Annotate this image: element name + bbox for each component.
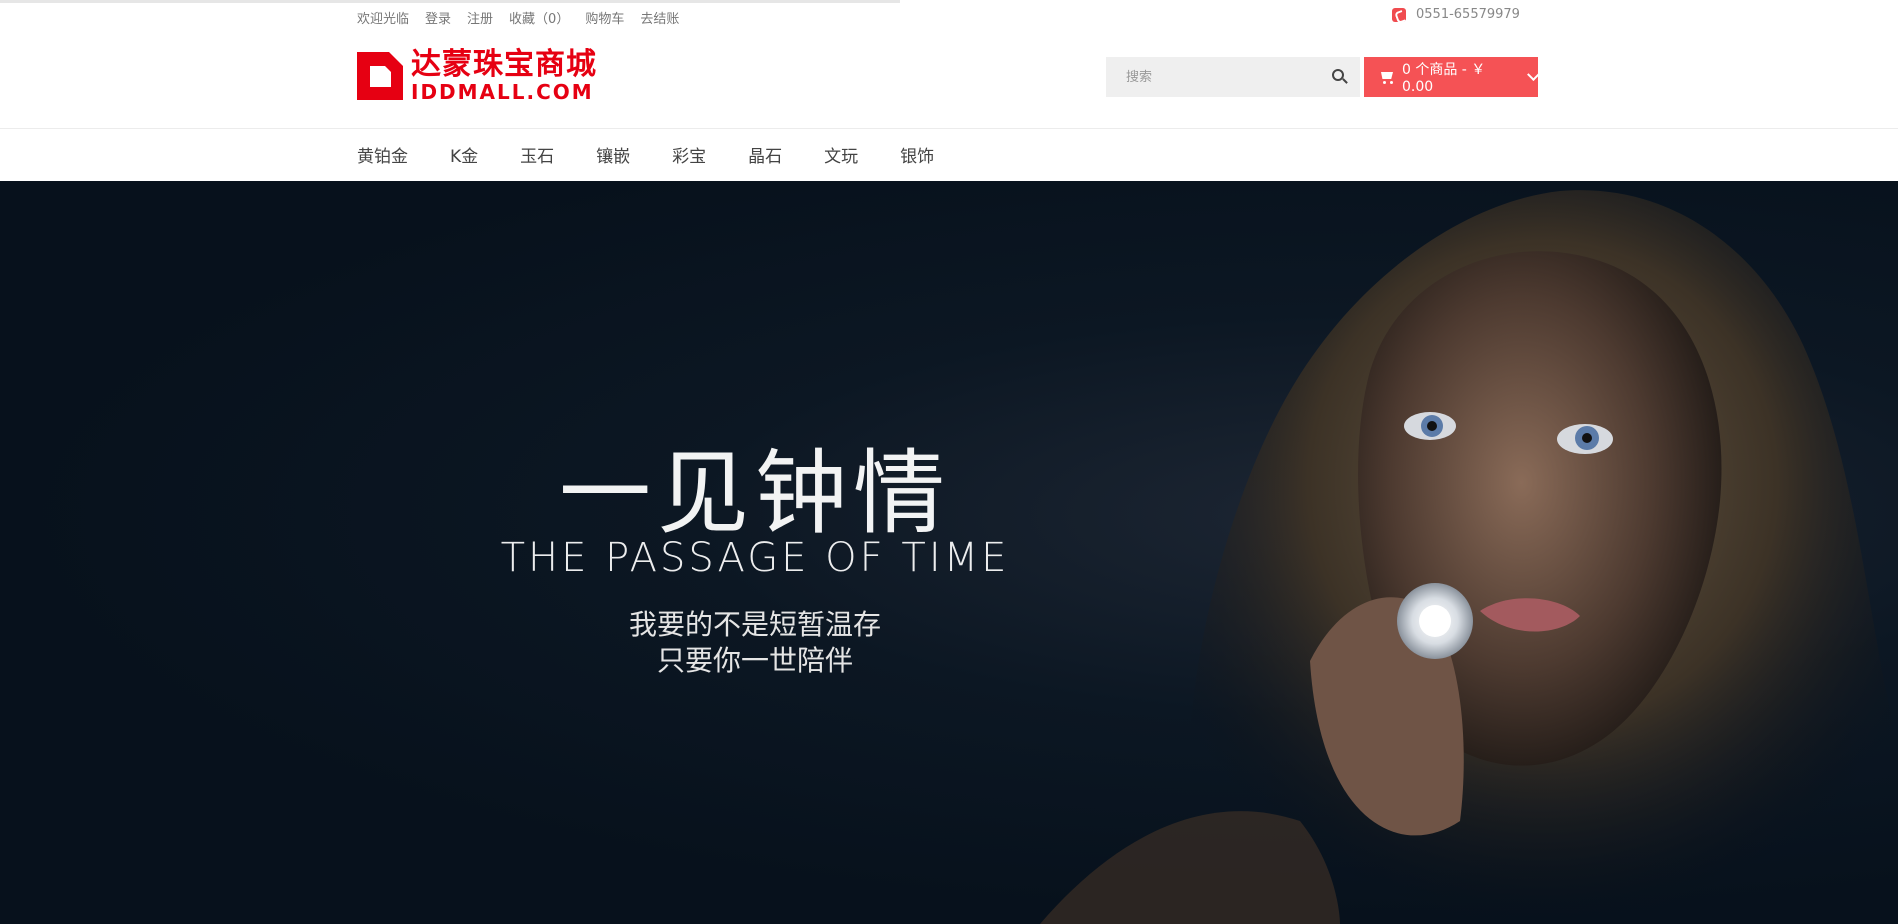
cart-summary: 0 个商品 - ￥ 0.00 [1402,62,1486,95]
nav-item-crystal[interactable]: 晶石 [748,142,782,167]
register-link[interactable]: 注册 [467,8,493,27]
phone-icon [1392,7,1406,22]
top-bar: 欢迎光临 登录 注册 收藏（0） 购物车 去结账 0551-65579979 [0,0,1898,36]
phone-contact: 0551-65579979 [1392,7,1520,22]
search-box [1106,57,1360,97]
logo-text-cn: 达蒙珠宝商城 [411,47,597,82]
cart-icon [1379,71,1394,84]
hero-subtitle-line-1: 我要的不是短暂温存 [628,608,881,641]
hero-subtitle: 我要的不是短暂温存 只要你一世陪伴 [0,607,1510,679]
login-link[interactable]: 登录 [425,8,451,27]
nav-item-platinum-gold[interactable]: 黄铂金 [357,142,408,167]
logo-text-en: IDDMALL.COM [411,80,594,104]
search-icon[interactable] [1332,69,1344,81]
site-header: 达蒙珠宝商城 IDDMALL.COM 0 个商品 - ￥ 0.00 [0,36,1898,129]
nav-item-gemstone[interactable]: 彩宝 [672,142,706,167]
main-nav: 黄铂金 K金 玉石 镶嵌 彩宝 晶石 文玩 银饰 [0,129,1898,181]
favorites-link[interactable]: 收藏（0） [509,8,569,27]
hero-banner[interactable]: 一见钟情 THE PASSAGE OF TIME 我要的不是短暂温存 只要你一世… [0,181,1898,924]
phone-number: 0551-65579979 [1416,7,1520,22]
nav-item-silver[interactable]: 银饰 [900,142,934,167]
logo-mark-icon [357,52,403,100]
hero-title-cn: 一见钟情 [558,440,951,547]
nav-item-k-gold[interactable]: K金 [450,142,478,167]
hero-subtitle-line-2: 只要你一世陪伴 [656,644,853,677]
cart-button[interactable]: 0 个商品 - ￥ 0.00 [1364,57,1540,97]
hero-title-en: THE PASSAGE OF TIME [500,535,1010,581]
checkout-link[interactable]: 去结账 [640,8,679,27]
chevron-down-icon [1527,68,1540,81]
search-input[interactable] [1106,68,1328,86]
nav-item-inlay[interactable]: 镶嵌 [596,142,630,167]
cart-link[interactable]: 购物车 [585,8,624,27]
site-logo[interactable]: 达蒙珠宝商城 IDDMALL.COM [357,50,597,102]
top-links: 欢迎光临 登录 注册 收藏（0） 购物车 去结账 [357,8,679,27]
nav-item-jade[interactable]: 玉石 [520,142,554,167]
welcome-text: 欢迎光临 [357,12,410,27]
nav-item-collectibles[interactable]: 文玩 [824,142,858,167]
